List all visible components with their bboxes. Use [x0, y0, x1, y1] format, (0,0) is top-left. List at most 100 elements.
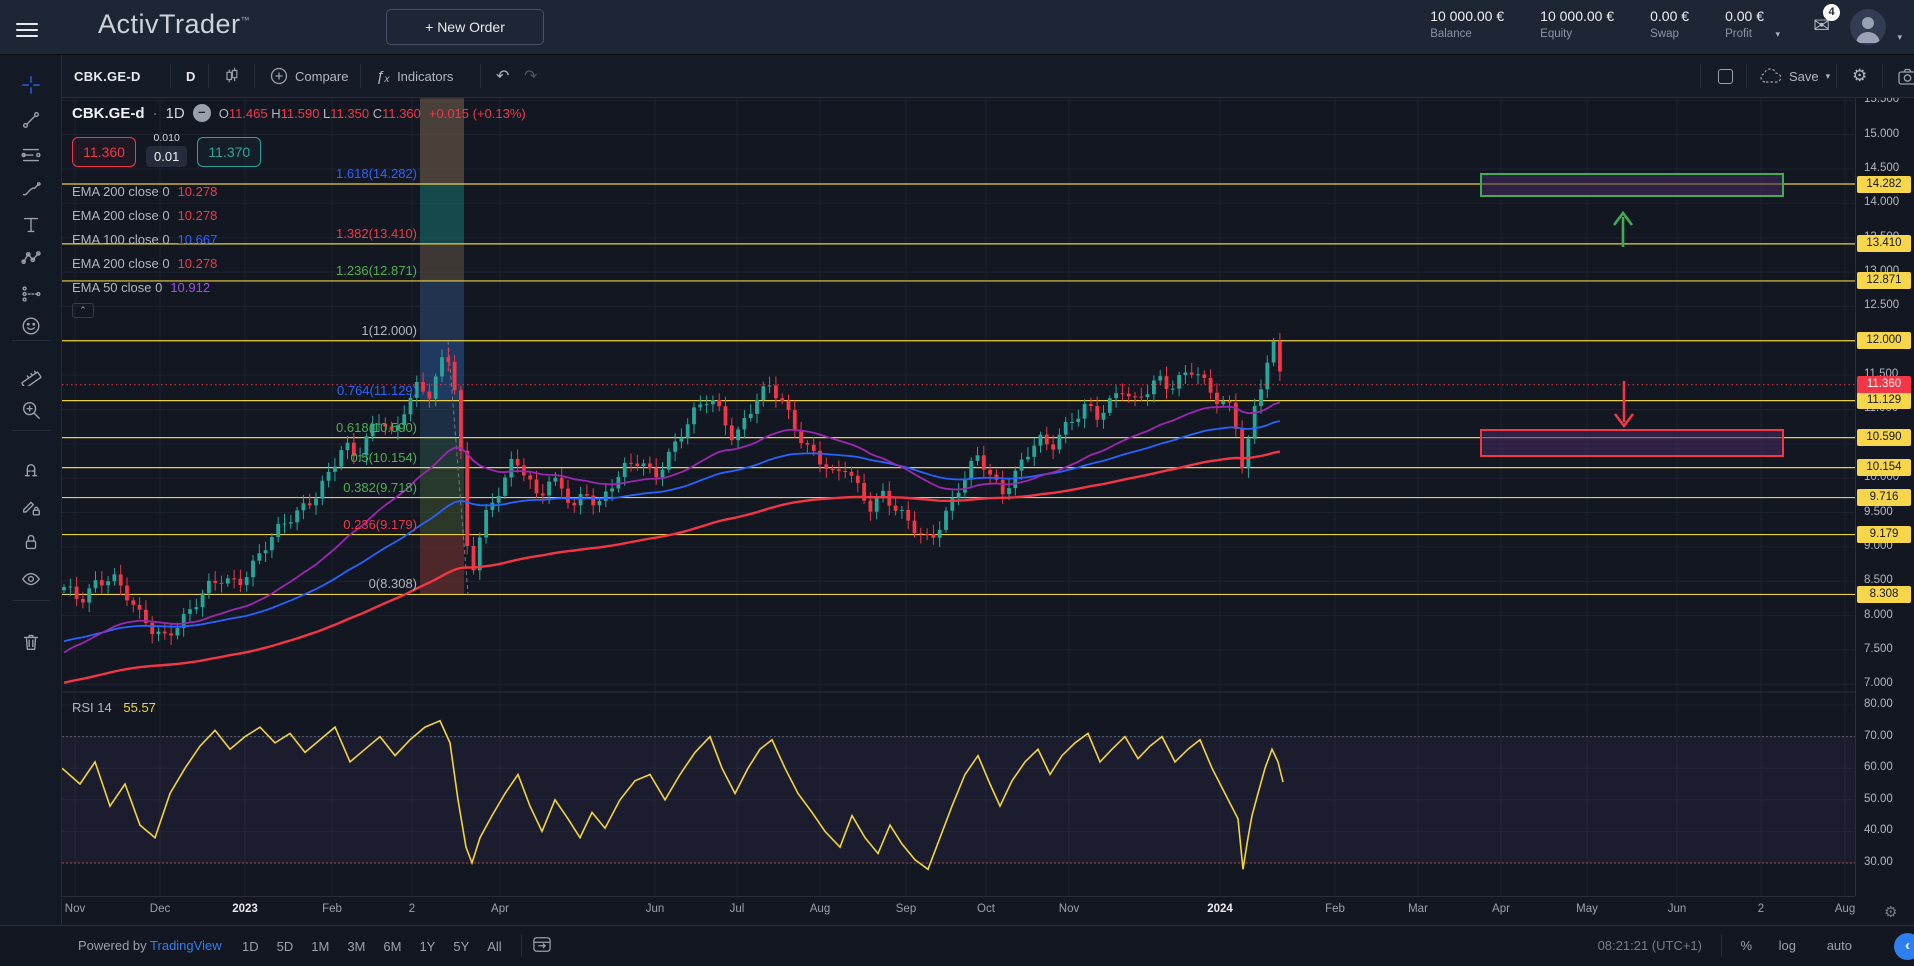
- fib-price-badge: 9.716: [1857, 489, 1911, 506]
- go-to-date-button[interactable]: [532, 935, 552, 958]
- magnet-tool[interactable]: [17, 458, 45, 486]
- avatar-caret-icon[interactable]: ▾: [1897, 32, 1902, 43]
- tradingview-link[interactable]: TradingView: [150, 938, 222, 953]
- clock[interactable]: 08:21:21 (UTC+1): [1598, 938, 1702, 953]
- save-button[interactable]: Save ▾: [1760, 55, 1830, 97]
- app-logo: ActivTrader™: [98, 9, 250, 40]
- compare-button[interactable]: Compare: [270, 55, 348, 97]
- spread: 0.010 0.01: [146, 132, 187, 167]
- emoji-icon: [20, 315, 42, 337]
- account-value: 10 000.00 €: [1540, 8, 1614, 24]
- percent-scale-button[interactable]: %: [1740, 938, 1752, 953]
- time-axis[interactable]: NovDec2023Feb2AprJunJulAugSepOctNov2024F…: [62, 896, 1855, 925]
- rsi-band: [62, 737, 1855, 863]
- zoom-in-icon: [20, 399, 42, 421]
- rsi-tick: 40.00: [1864, 824, 1893, 836]
- range-1m[interactable]: 1M: [302, 935, 338, 958]
- ema-200-line[interactable]: [64, 452, 1280, 683]
- range-1d[interactable]: 1D: [233, 935, 268, 958]
- screenshot-button[interactable]: [1898, 55, 1914, 97]
- fib-retracement-tool[interactable]: [17, 141, 45, 169]
- interval-button[interactable]: D: [186, 55, 196, 97]
- legend-title-row[interactable]: CBK.GE-d · 1D – O11.465 H11.590 L11.350 …: [72, 104, 526, 122]
- price-tick: 7.000: [1864, 677, 1893, 689]
- range-buttons: 1D5D1M3M6M1Y5YAll: [233, 926, 552, 966]
- emoji-tool[interactable]: [17, 312, 45, 340]
- zoom-in-tool[interactable]: [17, 396, 45, 424]
- save-label: Save: [1789, 69, 1819, 84]
- time-label-feb: Feb: [322, 903, 342, 915]
- eye-icon: [20, 568, 42, 590]
- buy-button[interactable]: 11.370: [197, 137, 261, 167]
- auto-scale-button[interactable]: auto: [1827, 938, 1852, 953]
- indicator-name: EMA 200 close 0: [72, 184, 170, 199]
- ruler-tool[interactable]: [17, 361, 45, 389]
- indicator-row[interactable]: EMA 50 close 010.912: [72, 275, 526, 299]
- indicator-row[interactable]: EMA 200 close 010.278: [72, 179, 526, 203]
- rsi-legend[interactable]: RSI 14 55.57: [72, 700, 156, 715]
- redo-button[interactable]: ↷: [524, 55, 537, 97]
- draw-lock-tool[interactable]: [17, 493, 45, 521]
- indicator-name: EMA 200 close 0: [72, 256, 170, 271]
- arrow-down[interactable]: [1615, 381, 1633, 426]
- collapse-indicators-button[interactable]: ⌃: [72, 303, 94, 318]
- range-5y[interactable]: 5Y: [444, 935, 478, 958]
- support-rectangle[interactable]: [1481, 430, 1783, 456]
- collapse-symbol-button[interactable]: –: [193, 104, 211, 122]
- undo-button[interactable]: ↶: [496, 55, 509, 97]
- panel-collapse-button[interactable]: ‹: [1894, 933, 1914, 960]
- layout-button[interactable]: [1718, 55, 1733, 97]
- trash-tool[interactable]: [17, 628, 45, 656]
- ema-100-line[interactable]: [64, 421, 1280, 641]
- range-3m[interactable]: 3M: [338, 935, 374, 958]
- symbol-button[interactable]: CBK.GE-D: [74, 55, 141, 97]
- menu-icon[interactable]: [16, 19, 38, 41]
- range-all[interactable]: All: [478, 935, 510, 958]
- lock-tool[interactable]: [17, 528, 45, 556]
- chart-type-button[interactable]: [222, 55, 242, 97]
- eye-tool[interactable]: [17, 565, 45, 593]
- drawing-toolbar: [0, 55, 62, 965]
- forecast-tool[interactable]: [17, 280, 45, 308]
- pattern-tool[interactable]: [17, 244, 45, 272]
- trend-line-tool[interactable]: [17, 106, 45, 134]
- brush-tool[interactable]: [17, 176, 45, 204]
- crosshair-tool[interactable]: [17, 71, 45, 99]
- time-label-may: May: [1576, 903, 1598, 915]
- mail-badge: 4: [1823, 4, 1840, 21]
- account-label: Equity: [1540, 28, 1614, 40]
- axis-settings-icon[interactable]: ⚙: [1884, 903, 1897, 921]
- time-label-apr: Apr: [491, 903, 509, 915]
- rsi-label: RSI 14: [72, 700, 112, 715]
- indicator-row[interactable]: EMA 100 close 010.667: [72, 227, 526, 251]
- range-5d[interactable]: 5D: [268, 935, 303, 958]
- avatar[interactable]: [1850, 9, 1886, 45]
- account-summary: 10 000.00 €Balance10 000.00 €Equity0.00 …: [1430, 8, 1764, 40]
- draw-lock-icon: [20, 496, 42, 518]
- sell-button[interactable]: 11.360: [72, 137, 136, 167]
- forecast-icon: [20, 283, 42, 305]
- settings-button[interactable]: ⚙: [1852, 55, 1867, 97]
- range-1y[interactable]: 1Y: [410, 935, 444, 958]
- text-tool[interactable]: [17, 211, 45, 239]
- time-label-jun: Jun: [1668, 903, 1687, 915]
- new-order-button[interactable]: + New Order: [386, 9, 544, 45]
- indicators-button[interactable]: ƒₓ Indicators: [376, 55, 453, 97]
- time-label-oct: Oct: [977, 903, 995, 915]
- indicator-row[interactable]: EMA 200 close 010.278: [72, 251, 526, 275]
- chart-legend: CBK.GE-d · 1D – O11.465 H11.590 L11.350 …: [72, 104, 526, 318]
- crosshair-icon: [20, 74, 42, 96]
- chart-toolbar: CBK.GE-D D Compare ƒₓ Indicators ↶ ↷ Sav…: [62, 55, 1914, 98]
- fib-level-label: 0(8.308): [369, 576, 417, 591]
- time-label-nov: Nov: [1059, 903, 1079, 915]
- resistance-rectangle[interactable]: [1481, 174, 1783, 196]
- indicator-row[interactable]: EMA 200 close 010.278: [72, 203, 526, 227]
- account-caret-icon[interactable]: ▾: [1775, 29, 1780, 40]
- log-scale-button[interactable]: log: [1779, 938, 1796, 953]
- price-axis[interactable]: 15.50015.00014.50014.00013.50013.00012.5…: [1855, 98, 1914, 896]
- range-6m[interactable]: 6M: [374, 935, 410, 958]
- layout-square-icon: [1718, 69, 1733, 84]
- fib-level-label: 1(12.000): [361, 323, 417, 338]
- arrow-up[interactable]: [1614, 213, 1632, 247]
- price-tick: 15.000: [1864, 128, 1899, 140]
